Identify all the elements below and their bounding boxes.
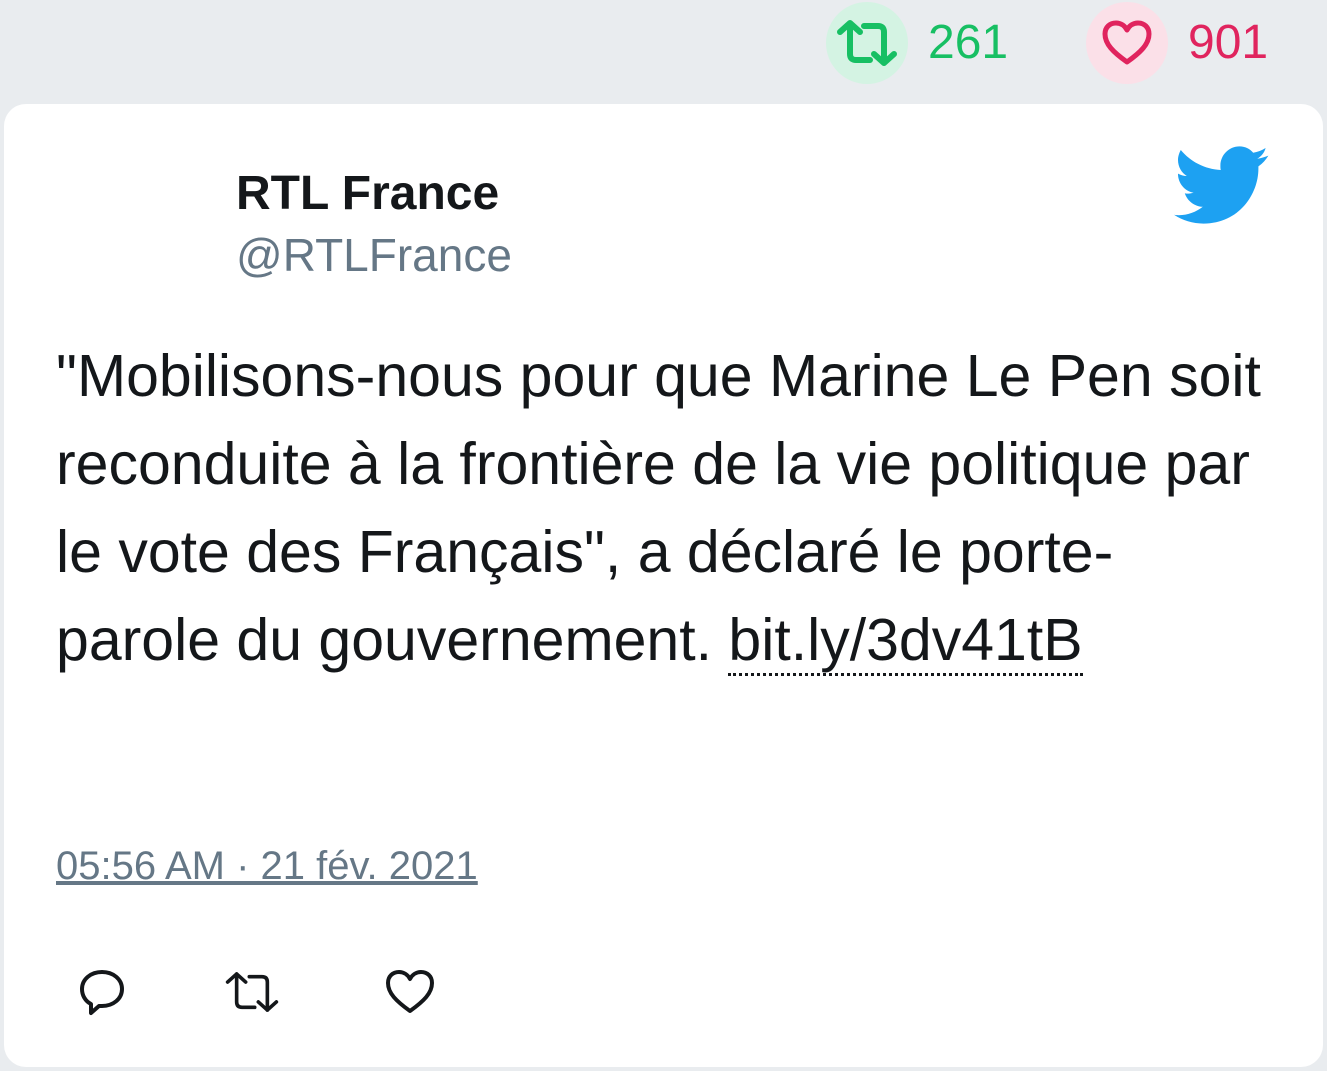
retweet-count: 261 xyxy=(928,16,1009,69)
retweet-stat[interactable]: 261 xyxy=(826,2,1008,84)
tweet-card: RTL France @RTLFrance "Mobilisons-nous p… xyxy=(4,104,1323,1067)
like-count: 901 xyxy=(1188,16,1269,69)
retweet-icon[interactable] xyxy=(224,964,280,1020)
like-stat[interactable]: 901 xyxy=(1086,2,1268,84)
tweet-link[interactable]: bit.ly/3dv41tB xyxy=(728,607,1083,676)
author-name[interactable]: RTL France xyxy=(236,166,499,221)
heart-stat-icon xyxy=(1086,2,1168,84)
engagement-summary: 261 901 xyxy=(0,0,1327,100)
like-icon[interactable] xyxy=(382,964,438,1020)
tweet-text: "Mobilisons-nous pour que Marine Le Pen … xyxy=(56,332,1271,684)
tweet-timestamp[interactable]: 05:56 AM · 21 fév. 2021 xyxy=(56,844,478,889)
twitter-bird-icon[interactable] xyxy=(1174,146,1270,226)
reply-icon[interactable] xyxy=(74,964,130,1020)
avatar[interactable] xyxy=(56,156,206,306)
retweet-stat-icon xyxy=(826,2,908,84)
author-handle[interactable]: @RTLFrance xyxy=(236,228,512,282)
